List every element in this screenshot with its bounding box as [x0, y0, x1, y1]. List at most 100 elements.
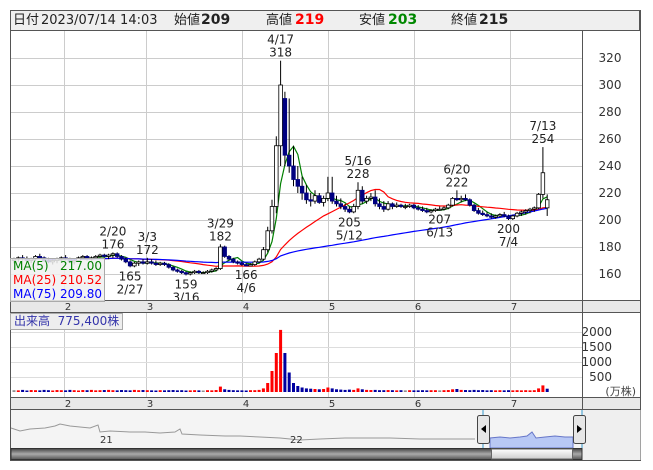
price-tick-label: 200: [599, 213, 622, 227]
candle-up: [450, 197, 455, 206]
candle-down: [420, 208, 425, 211]
volume-bar: [451, 389, 455, 392]
candle-down: [506, 215, 511, 220]
candle-down: [222, 246, 227, 257]
volume-bar: [141, 390, 145, 392]
candle-down: [372, 196, 378, 205]
annotation-value: 228: [347, 167, 370, 181]
candle-up: [403, 206, 408, 208]
candle-down: [308, 199, 313, 202]
candle-down: [463, 197, 468, 201]
volume-bar: [34, 390, 37, 392]
volume-bar: [399, 390, 403, 392]
volume-tick-label: 2000: [581, 325, 612, 339]
volume-tick-label: 500: [589, 370, 612, 384]
volume-value: 775,400株: [57, 314, 120, 328]
volume-bar: [352, 389, 356, 392]
candle-up: [321, 197, 326, 203]
volume-date-axis-strip: [10, 397, 641, 410]
candle-down: [381, 206, 386, 210]
volume-bar: [132, 389, 136, 392]
candle-up: [446, 204, 451, 209]
price-tick-label: 180: [599, 240, 622, 254]
volume-month-label: 2: [65, 399, 71, 410]
open-label: 始値: [174, 13, 201, 28]
volume-bar: [464, 390, 467, 392]
candle-up: [205, 270, 210, 274]
volume-bar: [356, 388, 360, 392]
volume-bar: [300, 387, 304, 392]
candle-up: [510, 215, 515, 220]
annotation-value: 172: [136, 243, 159, 257]
close-label: 終値: [451, 13, 478, 28]
volume-bar: [403, 390, 407, 392]
candle-up: [497, 214, 503, 217]
volume-bar: [494, 390, 498, 392]
candle-down: [338, 203, 343, 207]
annotation-value: 254: [531, 132, 554, 146]
candle-up: [545, 199, 550, 209]
candle-up: [351, 206, 356, 213]
candle-up: [514, 212, 520, 217]
candle-down: [235, 261, 240, 264]
candle-down: [243, 264, 249, 267]
volume-bar: [421, 390, 424, 392]
candle-down: [501, 214, 507, 217]
volume-bar: [94, 390, 98, 392]
low-label: 安値: [359, 13, 386, 28]
candle-up: [213, 268, 219, 271]
annotation-date: 6/20: [443, 162, 470, 176]
candle-down: [295, 179, 300, 187]
candle-down: [166, 264, 171, 268]
volume-bar: [489, 390, 493, 392]
volume-bar: [511, 390, 515, 392]
volume-bar: [180, 390, 184, 392]
volume-bar: [502, 390, 506, 392]
annotation-value: 222: [445, 175, 468, 189]
annotation-date: 3/29: [207, 216, 234, 230]
range-navigator[interactable]: 21 22: [10, 410, 641, 460]
price-tick-label: 240: [599, 159, 622, 173]
candle-up: [433, 208, 438, 211]
volume-bar: [158, 390, 162, 392]
date-label: 日付: [13, 13, 40, 28]
chart-canvas[interactable]: 2/201763/31723/291824/173185/16228 6/2022…: [0, 0, 653, 470]
volume-bar: [425, 390, 429, 392]
volume-tick-label: 1500: [581, 340, 612, 354]
volume-bar: [545, 388, 549, 392]
candle-up: [441, 207, 447, 210]
volume-bar: [309, 388, 313, 392]
volume-month-label: 7: [511, 399, 517, 410]
candle-up: [458, 197, 464, 201]
volume-bar: [25, 390, 29, 392]
volume-bar: [21, 389, 25, 392]
navigator-left-handle[interactable]: [477, 415, 490, 444]
candle-up: [355, 189, 361, 207]
volume-bar: [416, 390, 420, 392]
volume-bar: [442, 390, 446, 392]
volume-bar: [55, 390, 59, 392]
scrollbar-thumb[interactable]: [491, 448, 573, 460]
candle-down: [415, 207, 421, 210]
annotation-date: 3/3: [138, 230, 157, 244]
candle-down: [127, 261, 133, 267]
volume-bar: [137, 390, 141, 392]
candle-up: [248, 264, 253, 267]
candle-down: [334, 200, 339, 205]
candle-down: [153, 262, 159, 265]
candle-up: [218, 246, 223, 270]
candle-down: [467, 199, 472, 206]
volume-bar: [519, 390, 523, 392]
month-label: 6: [415, 302, 421, 313]
volume-bar: [210, 390, 214, 392]
volume-bar: [38, 390, 42, 392]
volume-bar: [365, 389, 369, 392]
high-value: 219: [295, 12, 325, 28]
navigator-right-handle[interactable]: [573, 415, 586, 444]
candle-down: [390, 203, 395, 207]
month-label: 5: [329, 302, 335, 313]
volume-month-label: 6: [415, 399, 421, 410]
candle-down: [471, 204, 477, 211]
candle-down: [342, 206, 348, 210]
candle-up: [200, 272, 206, 275]
